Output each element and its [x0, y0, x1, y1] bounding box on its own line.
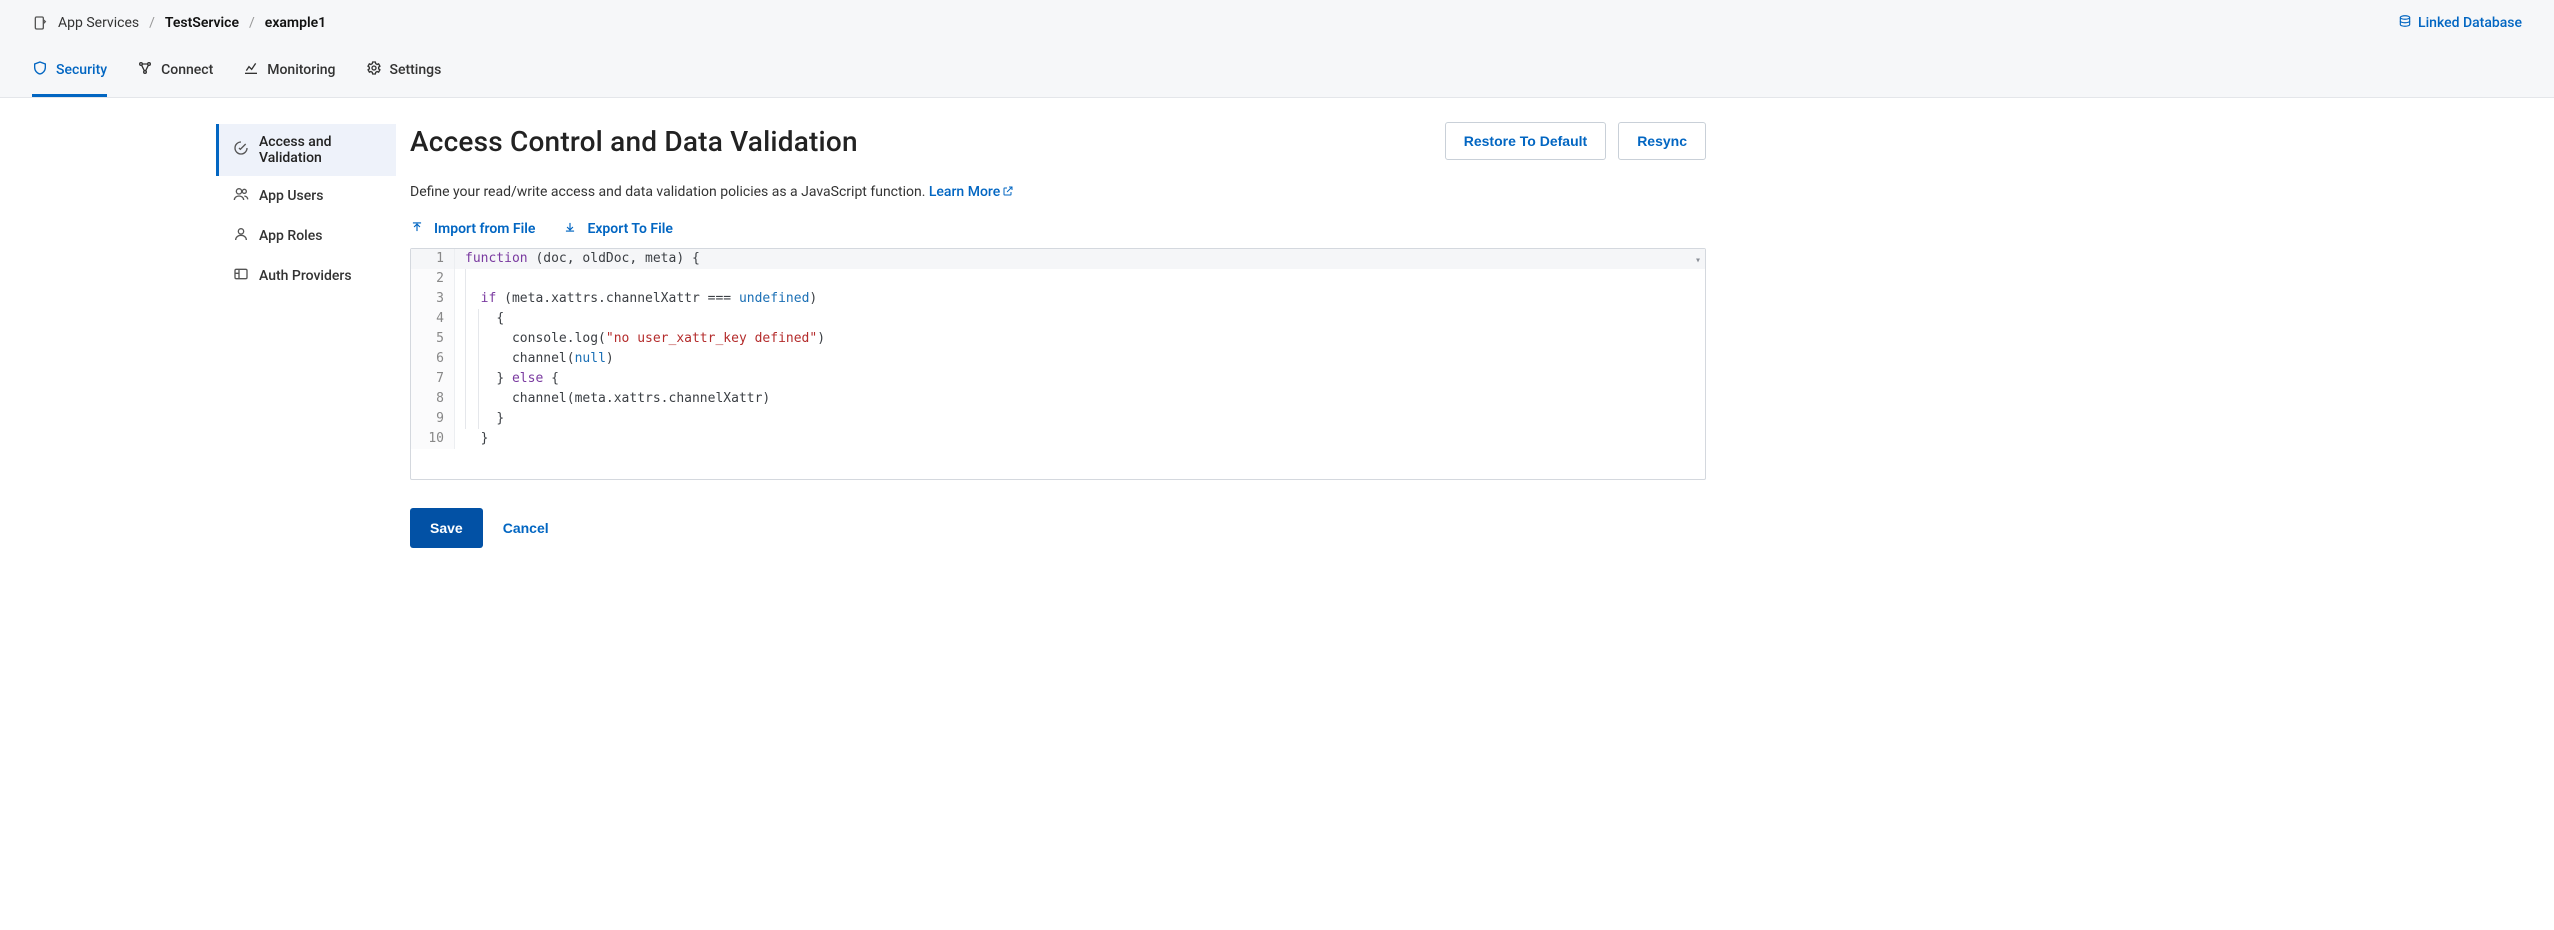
code-token: }	[481, 431, 489, 446]
monitoring-icon	[243, 60, 259, 80]
users-icon	[233, 186, 249, 206]
code-token: channel(meta.xattrs.channelXattr)	[512, 391, 770, 406]
export-label: Export To File	[587, 221, 672, 237]
tab-label: Monitoring	[267, 62, 335, 78]
code-token: if	[481, 291, 497, 306]
code-token: null	[575, 351, 606, 366]
line-number: 1	[411, 249, 455, 269]
description: Define your read/write access and data v…	[410, 184, 1706, 200]
code-line: 4 {	[411, 309, 1705, 329]
linked-database-link[interactable]: Linked Database	[2398, 14, 2522, 32]
code-line: 10 }	[411, 429, 1705, 449]
code-editor[interactable]: 1 function (doc, oldDoc, meta) { ▾ 2 3 if…	[410, 248, 1706, 480]
code-token: }	[496, 371, 504, 386]
fold-handle[interactable]: ▾	[1695, 251, 1701, 271]
tab-monitoring[interactable]: Monitoring	[243, 50, 335, 97]
linked-database-label: Linked Database	[2418, 15, 2522, 31]
tab-label: Settings	[390, 62, 442, 78]
tab-label: Connect	[161, 62, 213, 78]
sidebar-item-app-users[interactable]: App Users	[216, 176, 396, 216]
side-nav: Access and Validation App Users App Role…	[216, 122, 396, 588]
shield-icon	[32, 60, 48, 80]
check-circle-icon	[233, 140, 249, 160]
download-icon	[563, 220, 577, 238]
breadcrumb-root[interactable]: App Services	[58, 15, 139, 31]
page-title: Access Control and Data Validation	[410, 125, 858, 158]
code-token: (meta.xattrs.channelXattr	[496, 291, 707, 306]
code-line: 5 console.log("no user_xattr_key defined…	[411, 329, 1705, 349]
tab-security[interactable]: Security	[32, 50, 107, 97]
code-token: undefined	[739, 291, 809, 306]
code-token: (doc, oldDoc, meta) {	[528, 251, 700, 266]
code-token: )	[817, 331, 825, 346]
line-number: 4	[411, 309, 455, 329]
sidebar-item-label: App Users	[259, 188, 323, 204]
breadcrumb-service[interactable]: TestService	[165, 15, 239, 31]
code-line: 7 } else {	[411, 369, 1705, 389]
code-token: else	[512, 371, 543, 386]
database-icon	[2398, 14, 2412, 32]
import-from-file-button[interactable]: Import from File	[410, 220, 535, 238]
tab-connect[interactable]: Connect	[137, 50, 213, 97]
gear-icon	[366, 60, 382, 80]
code-line: 3 if (meta.xattrs.channelXattr === undef…	[411, 289, 1705, 309]
export-to-file-button[interactable]: Export To File	[563, 220, 672, 238]
sidebar-item-label: Auth Providers	[259, 268, 352, 284]
external-link-icon	[1000, 184, 1014, 200]
sidebar-item-auth-providers[interactable]: Auth Providers	[216, 256, 396, 296]
role-icon	[233, 226, 249, 246]
import-label: Import from File	[434, 221, 535, 237]
tabs: Security Connect Monitoring Settings	[0, 50, 2554, 97]
code-line: 6 channel(null)	[411, 349, 1705, 369]
line-number: 8	[411, 389, 455, 409]
app-services-icon	[32, 15, 48, 31]
line-number: 5	[411, 329, 455, 349]
code-line: 8 channel(meta.xattrs.channelXattr)	[411, 389, 1705, 409]
sidebar-item-app-roles[interactable]: App Roles	[216, 216, 396, 256]
code-token: )	[809, 291, 817, 306]
code-line: 2	[411, 269, 1705, 289]
code-token: channel(	[512, 351, 575, 366]
sidebar-item-access-validation[interactable]: Access and Validation	[216, 124, 396, 176]
code-token: console.log(	[512, 331, 606, 346]
code-token: {	[496, 311, 504, 326]
tab-label: Security	[56, 62, 107, 78]
code-token: )	[606, 351, 614, 366]
code-token: function	[465, 251, 528, 266]
resync-button[interactable]: Resync	[1618, 122, 1706, 160]
learn-more-link[interactable]: Learn More	[929, 184, 1014, 200]
breadcrumb-separator: /	[249, 15, 255, 31]
connect-icon	[137, 60, 153, 80]
cancel-button[interactable]: Cancel	[503, 520, 549, 536]
line-number: 3	[411, 289, 455, 309]
code-line: 9 }	[411, 409, 1705, 429]
id-card-icon	[233, 266, 249, 286]
line-number: 10	[411, 429, 455, 449]
breadcrumb: App Services / TestService / example1	[32, 15, 326, 31]
tab-settings[interactable]: Settings	[366, 50, 442, 97]
line-number: 6	[411, 349, 455, 369]
description-text: Define your read/write access and data v…	[410, 184, 929, 200]
line-number: 9	[411, 409, 455, 429]
save-button[interactable]: Save	[410, 508, 483, 548]
breadcrumb-separator: /	[149, 15, 155, 31]
code-token: {	[543, 371, 559, 386]
code-token	[731, 291, 739, 306]
breadcrumb-page[interactable]: example1	[265, 15, 326, 31]
line-number: 2	[411, 269, 455, 289]
code-line: 1 function (doc, oldDoc, meta) { ▾	[411, 249, 1705, 269]
sidebar-item-label: App Roles	[259, 228, 322, 244]
upload-icon	[410, 220, 424, 238]
code-token: ===	[708, 291, 731, 306]
line-number: 7	[411, 369, 455, 389]
restore-default-button[interactable]: Restore To Default	[1445, 122, 1606, 160]
learn-more-label: Learn More	[929, 184, 1000, 200]
sidebar-item-label: Access and Validation	[259, 134, 382, 166]
code-token: }	[496, 411, 504, 426]
code-token: "no user_xattr_key defined"	[606, 331, 817, 346]
